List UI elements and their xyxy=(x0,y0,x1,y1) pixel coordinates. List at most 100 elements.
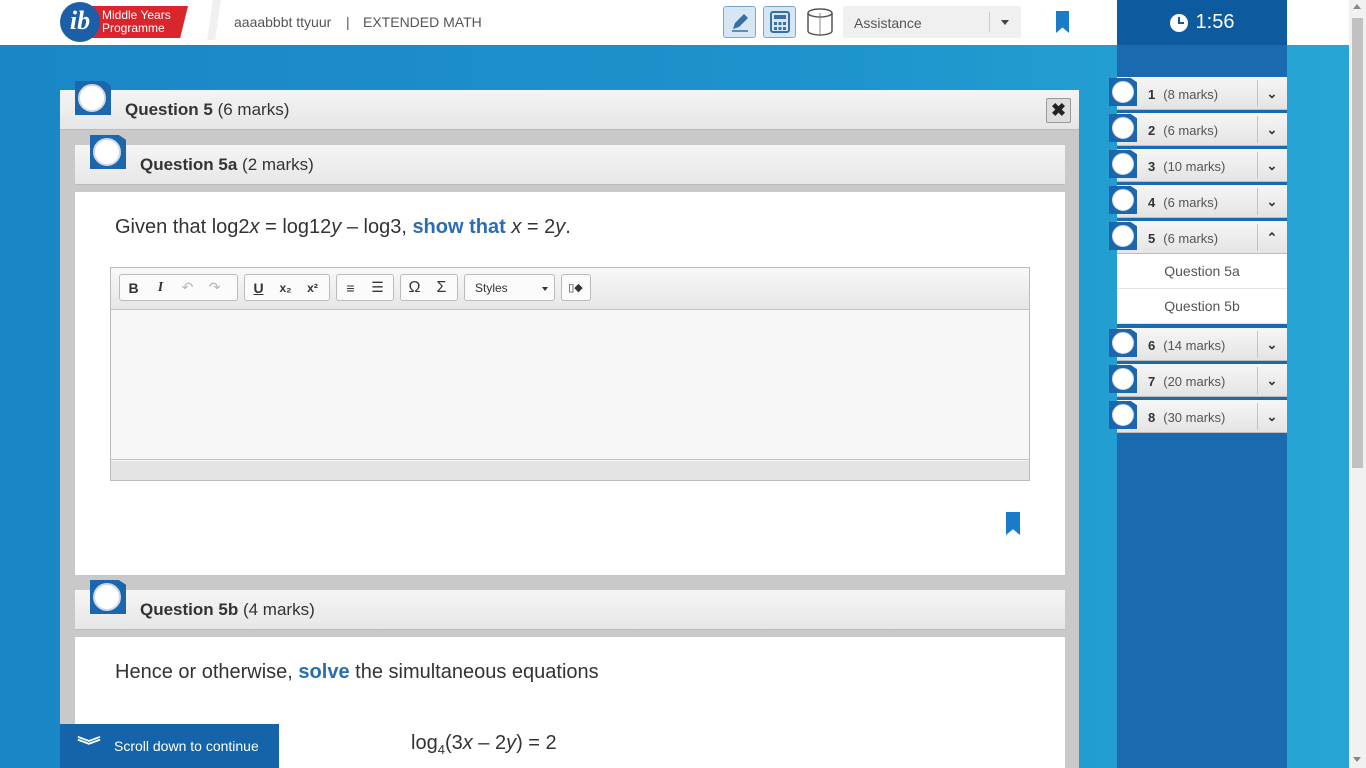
nav-item-4[interactable]: 4 (6 marks) ⌄ xyxy=(1109,185,1287,218)
nav-sub-item-5b[interactable]: Question 5b xyxy=(1117,289,1287,324)
scroll-down-button[interactable]: ︾ Scroll down to continue xyxy=(60,724,279,768)
close-button[interactable]: ✖ xyxy=(1046,98,1071,123)
part-a-status-tab[interactable] xyxy=(90,135,126,169)
nav-item-label: 8 (30 marks) xyxy=(1148,410,1226,425)
scrollbar-thumb[interactable] xyxy=(1352,18,1363,468)
bullet-list-button[interactable]: ☰ xyxy=(364,275,391,300)
chevron-down-icon[interactable]: ⌄ xyxy=(1257,403,1286,430)
bookmark-icon[interactable] xyxy=(1056,11,1069,33)
status-circle-icon xyxy=(93,583,121,611)
eq-text: log xyxy=(411,732,438,754)
scroll-label: Scroll down to continue xyxy=(114,738,259,754)
calculator-icon xyxy=(769,11,790,33)
nav-item-label: 6 (14 marks) xyxy=(1148,338,1226,353)
eq-text: (3 xyxy=(444,732,463,754)
styles-label: Styles xyxy=(475,281,508,295)
status-circle-icon xyxy=(1109,401,1137,429)
part-b-prompt: Hence or otherwise, solve the simultaneo… xyxy=(115,661,599,684)
subscript-button[interactable]: x₂ xyxy=(272,275,299,300)
chevron-down-icon[interactable]: ⌄ xyxy=(1257,116,1286,143)
undo-button[interactable]: ↶ xyxy=(174,275,201,300)
nav-sub-item-5a[interactable]: Question 5a xyxy=(1117,254,1287,289)
logo-ib-circle: ib xyxy=(60,2,100,42)
question-status-tab[interactable] xyxy=(75,81,111,115)
assistance-divider xyxy=(989,12,990,32)
chevron-up-icon[interactable]: ⌃ xyxy=(1257,224,1286,251)
chevron-down-icon[interactable]: ⌄ xyxy=(1257,367,1286,394)
scroll-down-arrow-icon[interactable] xyxy=(1353,757,1361,762)
cylinder-icon xyxy=(807,8,833,36)
list-group: ≡ ☰ xyxy=(336,274,394,301)
symbol-group: Ω Σ xyxy=(400,274,458,301)
part-b-title: Question 5b (4 marks) xyxy=(140,600,315,620)
command-term: solve xyxy=(298,661,350,683)
chevron-down-icon[interactable]: ⌄ xyxy=(1257,331,1286,358)
prompt-text: – log3, xyxy=(341,216,413,238)
assistance-label: Assistance xyxy=(854,15,922,31)
redo-button[interactable]: ↷ xyxy=(201,275,228,300)
source-group: ▯◆ xyxy=(561,274,591,301)
timer-value: 1:56 xyxy=(1195,11,1235,33)
nav-item-2[interactable]: 2 (6 marks) ⌄ xyxy=(1109,113,1287,146)
chevron-down-icon[interactable]: ⌄ xyxy=(1257,188,1286,215)
status-circle-icon xyxy=(1109,114,1137,142)
source-button[interactable]: ▯◆ xyxy=(562,275,589,300)
pencil-tool-button[interactable] xyxy=(723,6,756,38)
nav-item-1[interactable]: 1 (8 marks) ⌄ xyxy=(1109,77,1287,110)
timer: 1:56 xyxy=(1117,0,1287,45)
editor-footer xyxy=(111,461,1029,480)
styles-select[interactable]: Styles xyxy=(464,274,555,301)
nav-item-5[interactable]: 5 (6 marks) ⌃ xyxy=(1109,221,1287,254)
superscript-button[interactable]: x² xyxy=(299,275,326,300)
ordered-list-button[interactable]: ≡ xyxy=(337,275,364,300)
italic-button[interactable]: I xyxy=(147,275,174,300)
question-panel: Question 5 (6 marks) ✖ Question 5a (2 ma… xyxy=(60,81,1079,768)
part-b-status-tab[interactable] xyxy=(90,580,126,614)
equation: log4(3x – 2y) = 2 xyxy=(411,732,557,757)
prompt-text: = 2 xyxy=(521,216,556,238)
nav-item-label: 5 (6 marks) xyxy=(1148,231,1219,246)
eq-base: 4 xyxy=(437,742,445,757)
breadcrumb-separator: | xyxy=(346,14,350,30)
status-circle-icon xyxy=(93,138,121,166)
nav-item-7[interactable]: 7 (20 marks) ⌄ xyxy=(1109,364,1287,397)
answer-editor: B I ↶ ↷ U x₂ x² ≡ ☰ Ω Σ Styles ▯◆ xyxy=(110,267,1030,481)
status-circle-icon xyxy=(1109,222,1137,250)
question-marks: (6 marks) xyxy=(217,100,290,119)
part-a-prompt: Given that log2x = log12y – log3, show t… xyxy=(115,216,571,239)
geometry-tool-button[interactable] xyxy=(804,6,836,38)
bookmark-icon[interactable] xyxy=(1006,512,1020,535)
part-a-marks: (2 marks) xyxy=(242,155,314,174)
chevron-down-icon[interactable]: ⌄ xyxy=(1257,80,1286,107)
nav-item-label: 4 (6 marks) xyxy=(1148,195,1219,210)
eq-text: ) = 2 xyxy=(516,732,557,754)
format-group: B I ↶ ↷ xyxy=(119,274,238,301)
status-circle-icon xyxy=(1109,78,1137,106)
answer-textarea[interactable] xyxy=(111,310,1029,460)
page-scrollbar[interactable] xyxy=(1349,0,1366,768)
underline-button[interactable]: U xyxy=(245,275,272,300)
script-group: U x₂ x² xyxy=(244,274,330,301)
nav-item-3[interactable]: 3 (10 marks) ⌄ xyxy=(1109,149,1287,182)
assistance-dropdown[interactable]: Assistance xyxy=(843,6,1021,38)
var-x: x xyxy=(511,216,522,238)
status-circle-icon xyxy=(1109,329,1137,357)
logo-banner: Middle Years Programme xyxy=(90,6,188,38)
chevron-down-icon[interactable]: ⌄ xyxy=(1257,152,1286,179)
calculator-tool-button[interactable] xyxy=(763,6,796,38)
omega-button[interactable]: Ω xyxy=(401,275,428,300)
part-a-label: Question 5a xyxy=(140,155,238,174)
scroll-up-arrow-icon[interactable] xyxy=(1353,4,1361,9)
nav-item-label: 7 (20 marks) xyxy=(1148,374,1226,389)
nav-item-6[interactable]: 6 (14 marks) ⌄ xyxy=(1109,328,1287,361)
sigma-button[interactable]: Σ xyxy=(428,275,455,300)
bold-button[interactable]: B xyxy=(120,275,147,300)
var-y: y xyxy=(555,216,566,238)
user-name: aaaabbbt ttyuur xyxy=(234,14,332,30)
logo-line2: Programme xyxy=(102,21,165,35)
nav-item-8[interactable]: 8 (30 marks) ⌄ xyxy=(1109,400,1287,433)
prompt-text: = log12 xyxy=(259,216,332,238)
caret-down-icon xyxy=(542,287,548,291)
part-a-title: Question 5a (2 marks) xyxy=(140,155,314,175)
prompt-text: Given that log2 xyxy=(115,216,250,238)
